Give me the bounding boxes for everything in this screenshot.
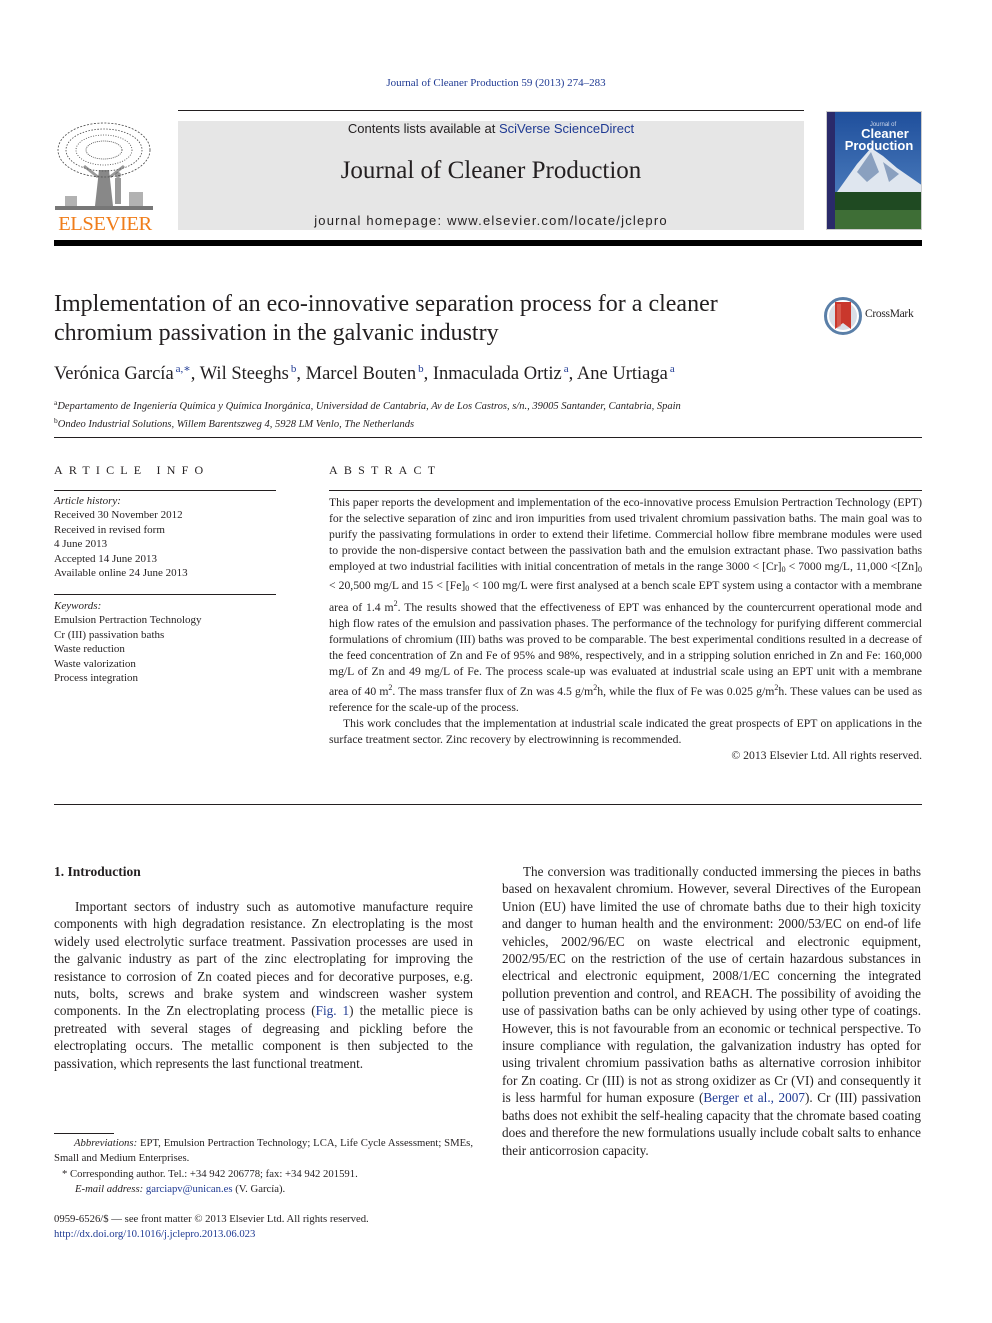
affiliation: aDepartamento de Ingeniería Química y Qu… bbox=[54, 398, 681, 412]
abbreviations-footnote: Abbreviations: EPT, Emulsion Pertraction… bbox=[54, 1137, 473, 1165]
body-column-left: Important sectors of industry such as au… bbox=[54, 898, 473, 1072]
body-paragraph: The conversion was traditionally conduct… bbox=[502, 864, 922, 1158]
abstract-end-rule bbox=[54, 804, 922, 805]
corresponding-author-footnote: * Corresponding author. Tel.: +34 942 20… bbox=[62, 1167, 358, 1180]
author[interactable]: Marcel Bouten b bbox=[306, 363, 424, 384]
article-info-heading: ARTICLE INFO bbox=[54, 463, 210, 477]
elsevier-logo[interactable]: ELSEVIER bbox=[53, 120, 157, 235]
article-history: Article history: Received 30 November 20… bbox=[54, 494, 279, 580]
crossmark-icon bbox=[824, 297, 862, 335]
history-item: Accepted 14 June 2013 bbox=[54, 552, 157, 565]
author[interactable]: Ane Urtiaga a bbox=[577, 363, 675, 384]
header-rule bbox=[178, 110, 804, 111]
article-title: Implementation of an eco-innovative sepa… bbox=[54, 291, 718, 346]
doi-link[interactable]: http://dx.doi.org/10.1016/j.jclepro.2013… bbox=[54, 1228, 255, 1240]
author-list: Verónica García a,∗, Wil Steeghs b, Marcel… bbox=[54, 363, 675, 384]
history-item: Received in revised form bbox=[54, 523, 165, 536]
keyword: Emulsion Pertraction Technology bbox=[54, 614, 202, 627]
abstract-heading: ABSTRACT bbox=[329, 463, 442, 477]
section-heading-introduction: 1. Introduction bbox=[54, 864, 141, 879]
issn-line: 0959-6526/$ — see front matter © 2013 El… bbox=[54, 1213, 369, 1225]
sciencedirect-link[interactable]: SciVerse ScienceDirect bbox=[499, 121, 634, 136]
reference-link[interactable]: Berger et al., 2007 bbox=[703, 1090, 805, 1105]
keyword: Process integration bbox=[54, 672, 139, 685]
author[interactable]: Verónica García a,∗ bbox=[54, 363, 191, 384]
elsevier-tree-icon bbox=[55, 120, 153, 212]
footnote-rule bbox=[54, 1133, 114, 1134]
cover-artwork: Journal of Cleaner Production bbox=[827, 112, 921, 229]
journal-title: Journal of Cleaner Production bbox=[340, 157, 642, 184]
keywords-rule bbox=[54, 594, 276, 595]
author-affiliation-mark[interactable]: a bbox=[670, 363, 675, 375]
figure-link[interactable]: Fig. 1 bbox=[316, 1003, 350, 1018]
abstract-rule bbox=[329, 490, 922, 491]
history-item: 4 June 2013 bbox=[54, 538, 108, 551]
journal-cover-image[interactable]: Journal of Cleaner Production bbox=[826, 111, 922, 230]
keywords: Keywords: Emulsion Pertraction Technolog… bbox=[54, 599, 279, 685]
contents-line: Contents lists available at SciVerse Sci… bbox=[178, 121, 804, 136]
abstract-copyright: © 2013 Elsevier Ltd. All rights reserved… bbox=[731, 748, 922, 762]
front-matter: 0959-6526/$ — see front matter © 2013 El… bbox=[54, 1212, 474, 1242]
journal-citation[interactable]: Journal of Cleaner Production 59 (2013) … bbox=[0, 77, 992, 89]
footnotes: Abbreviations: EPT, Emulsion Pertraction… bbox=[54, 1136, 473, 1197]
keyword: Waste valorization bbox=[54, 657, 136, 670]
email-link[interactable]: garciapv@unican.es bbox=[146, 1183, 233, 1195]
keywords-label: Keywords: bbox=[54, 600, 102, 612]
author[interactable]: Inmaculada Ortiz a bbox=[433, 363, 569, 384]
author-affiliation-mark[interactable]: a,∗ bbox=[176, 363, 191, 375]
article-info-rule bbox=[54, 490, 276, 491]
abstract-paragraph: This paper reports the development and i… bbox=[329, 496, 922, 714]
crossmark-label: CrossMark bbox=[865, 308, 914, 320]
crossmark-button[interactable]: CrossMark bbox=[824, 296, 924, 336]
body-column-right: The conversion was traditionally conduct… bbox=[502, 863, 921, 1159]
cover-line3: Production bbox=[845, 138, 914, 153]
email-footnote: E-mail address: garciapv@unican.es (V. G… bbox=[75, 1182, 286, 1195]
journal-homepage-link[interactable]: journal homepage: www.elsevier.com/locat… bbox=[178, 213, 804, 228]
affiliation: bOndeo Industrial Solutions, Willem Bare… bbox=[54, 416, 415, 430]
history-item: Available online 24 June 2013 bbox=[54, 567, 188, 580]
keyword: Cr (III) passivation baths bbox=[54, 628, 165, 641]
keyword: Waste reduction bbox=[54, 643, 125, 656]
history-item: Received 30 November 2012 bbox=[54, 509, 183, 522]
body-paragraph: Important sectors of industry such as au… bbox=[54, 899, 474, 1071]
affiliation-rule bbox=[54, 437, 922, 438]
abstract-paragraph: This work concludes that the implementat… bbox=[329, 716, 922, 746]
author[interactable]: Wil Steeghs b bbox=[200, 363, 297, 384]
elsevier-wordmark: ELSEVIER bbox=[58, 213, 152, 235]
abstract-body: This paper reports the development and i… bbox=[329, 495, 922, 764]
affiliations: aDepartamento de Ingeniería Química y Qu… bbox=[54, 396, 934, 432]
history-label: Article history: bbox=[54, 495, 121, 507]
header-thick-rule bbox=[54, 240, 922, 246]
contents-prefix: Contents lists available at bbox=[347, 121, 499, 136]
journal-banner: Contents lists available at SciVerse Sci… bbox=[178, 121, 804, 230]
